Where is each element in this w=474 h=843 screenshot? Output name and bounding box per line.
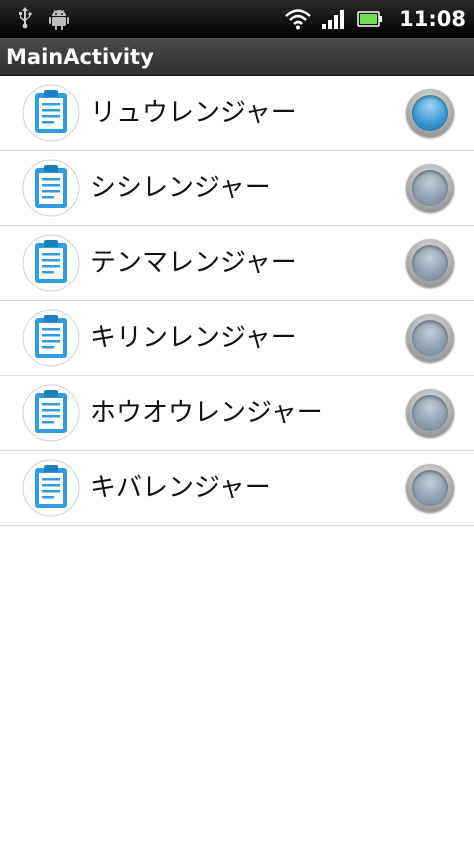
wifi-icon — [285, 9, 311, 30]
radio-button[interactable] — [406, 389, 454, 437]
status-bar-right: 11:08 — [285, 0, 466, 38]
list-item[interactable]: キリンレンジャー — [0, 301, 474, 376]
clipboard-icon — [22, 309, 80, 367]
list-item[interactable]: シシレンジャー — [0, 151, 474, 226]
radio-button-fill — [412, 470, 448, 506]
status-clock: 11:08 — [399, 7, 466, 31]
list-item-label: リュウレンジャー — [90, 98, 297, 128]
list-item[interactable]: ホウオウレンジャー — [0, 376, 474, 451]
radio-button-fill — [412, 395, 448, 431]
radio-button-fill — [412, 320, 448, 356]
clipboard-icon — [22, 159, 80, 217]
radio-button-fill — [412, 95, 448, 131]
clipboard-icon — [22, 384, 80, 442]
radio-button[interactable] — [406, 314, 454, 362]
usb-icon — [19, 7, 32, 29]
list-item-label: ホウオウレンジャー — [90, 398, 323, 428]
list-item-label: キリンレンジャー — [90, 323, 297, 353]
signal-icon — [322, 10, 345, 29]
app-title: MainActivity — [6, 45, 154, 69]
radio-button[interactable] — [406, 164, 454, 212]
clipboard-icon — [22, 459, 80, 517]
list-item[interactable]: テンマレンジャー — [0, 226, 474, 301]
list-item[interactable]: リュウレンジャー — [0, 76, 474, 151]
android-debug-icon — [49, 9, 69, 30]
list-item-label: テンマレンジャー — [90, 248, 297, 278]
radio-button[interactable] — [406, 464, 454, 512]
radio-button[interactable] — [406, 89, 454, 137]
clipboard-icon — [22, 234, 80, 292]
radio-button-fill — [412, 245, 448, 281]
list-item-label: シシレンジャー — [90, 173, 271, 203]
radio-button[interactable] — [406, 239, 454, 287]
title-bar: MainActivity — [0, 38, 474, 76]
ranger-list: リュウレンジャー シシレンジャー テンマレンジャー キリンレンジャー ホウオウレ… — [0, 76, 474, 526]
status-bar-left — [16, 6, 70, 32]
clipboard-icon — [22, 84, 80, 142]
radio-button-fill — [412, 170, 448, 206]
list-item[interactable]: キバレンジャー — [0, 451, 474, 526]
list-item-label: キバレンジャー — [90, 473, 271, 503]
status-bar: 11:08 — [0, 0, 474, 38]
battery-icon — [357, 11, 383, 27]
